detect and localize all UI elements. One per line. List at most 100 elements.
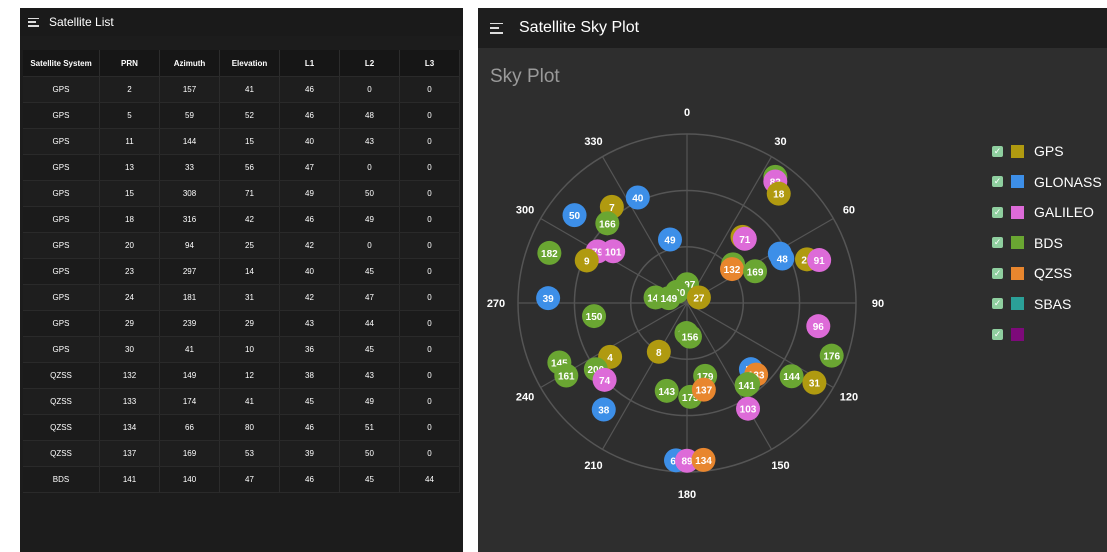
table-row[interactable]: QZSS 134 66 80 46 51 0	[23, 414, 460, 441]
azimuth-label: 300	[516, 205, 534, 217]
satellite-marker[interactable]: 49	[657, 227, 682, 252]
table-row[interactable]: QZSS 132 149 12 38 43 0	[23, 362, 460, 389]
satellite-list-title: Satellite List	[49, 15, 114, 29]
satellite-marker[interactable]: 38	[591, 397, 616, 422]
table-row[interactable]: GPS 13 33 56 47 0 0	[23, 154, 460, 181]
legend-item[interactable]: ✓	[992, 319, 1102, 350]
legend-item[interactable]: ✓ QZSS	[992, 258, 1102, 289]
satellite-marker[interactable]: 149	[656, 286, 681, 311]
table-cell: 33	[159, 154, 220, 181]
table-cell: 41	[219, 76, 280, 103]
legend-item[interactable]: ✓ GLONASS	[992, 167, 1102, 198]
table-cell: QZSS	[23, 388, 100, 415]
satellite-marker[interactable]: 169	[743, 259, 768, 284]
table-cell: 38	[279, 362, 340, 389]
checkbox-icon[interactable]: ✓	[992, 206, 1003, 218]
satellite-prn-label: 161	[558, 372, 575, 383]
satellite-marker[interactable]: 143	[654, 378, 679, 403]
column-header[interactable]: L1	[279, 50, 340, 77]
satellite-marker[interactable]: 141	[734, 373, 759, 398]
table-cell: QZSS	[23, 414, 100, 441]
table-row[interactable]: GPS 24 181 31 42 47 0	[23, 284, 460, 311]
table-row[interactable]: GPS 15 308 71 49 50 0	[23, 180, 460, 207]
column-header[interactable]: PRN	[99, 50, 160, 77]
satellite-marker[interactable]: 134	[691, 447, 716, 472]
satellite-marker[interactable]: 48	[770, 246, 795, 271]
table-row[interactable]: GPS 18 316 42 46 49 0	[23, 206, 460, 233]
azimuth-label: 90	[872, 298, 884, 310]
satellite-marker[interactable]: 96	[806, 314, 831, 339]
column-header[interactable]: Elevation	[219, 50, 280, 77]
table-cell: 133	[99, 388, 160, 415]
satellite-marker[interactable]: 8	[646, 339, 671, 364]
checkbox-icon[interactable]: ✓	[992, 328, 1003, 340]
satellite-marker[interactable]: 40	[625, 185, 650, 210]
satellite-marker[interactable]: 144	[779, 364, 804, 389]
satellite-table: Satellite System PRN Azimuth Elevation L1 L2 L…	[23, 50, 460, 493]
checkbox-icon[interactable]: ✓	[992, 267, 1003, 279]
satellite-marker[interactable]: 150	[582, 304, 607, 329]
satellite-marker[interactable]: 27	[686, 285, 711, 310]
satellite-prn-label: 144	[783, 372, 800, 383]
satellite-marker[interactable]: 18	[766, 181, 791, 206]
satellite-marker[interactable]: 9	[574, 248, 599, 273]
table-row[interactable]: GPS 11 144 15 40 43 0	[23, 128, 460, 155]
satellite-marker[interactable]: 166	[595, 211, 620, 236]
table-cell: 41	[159, 336, 220, 363]
column-header[interactable]: Azimuth	[159, 50, 220, 77]
satellite-marker[interactable]: 91	[807, 248, 832, 273]
satellite-marker[interactable]: 182	[537, 240, 562, 265]
azimuth-label: 180	[678, 489, 696, 501]
checkbox-icon[interactable]: ✓	[992, 237, 1003, 249]
table-cell: 239	[159, 310, 220, 337]
satellite-prn-label: 71	[739, 235, 751, 246]
table-cell: 316	[159, 206, 220, 233]
table-cell: GPS	[23, 102, 100, 129]
table-cell: 174	[159, 388, 220, 415]
satellite-marker[interactable]: 74	[592, 367, 617, 392]
table-row[interactable]: GPS 2 157 41 46 0 0	[23, 76, 460, 103]
legend-label: GPS	[1034, 143, 1064, 160]
satellite-marker[interactable]: 161	[554, 363, 579, 388]
table-row[interactable]: QZSS 133 174 41 45 49 0	[23, 388, 460, 415]
table-row[interactable]: GPS 23 297 14 40 45 0	[23, 258, 460, 285]
table-row[interactable]: BDS 141 140 47 46 45 44	[23, 466, 460, 493]
satellite-marker[interactable]: 31	[802, 370, 827, 395]
table-row[interactable]: GPS 5 59 52 46 48 0	[23, 102, 460, 129]
legend-label: GALILEO	[1034, 204, 1094, 221]
satellite-prn-label: 31	[809, 379, 821, 390]
column-header[interactable]: Satellite System	[23, 50, 100, 77]
checkbox-icon[interactable]: ✓	[992, 145, 1003, 157]
column-header[interactable]: L3	[399, 50, 460, 77]
column-header[interactable]: L2	[339, 50, 400, 77]
checkbox-icon[interactable]: ✓	[992, 298, 1003, 310]
table-row[interactable]: GPS 20 94 25 42 0 0	[23, 232, 460, 259]
satellite-marker[interactable]: 50	[562, 203, 587, 228]
satellite-marker[interactable]: 101	[601, 239, 626, 264]
satellite-marker[interactable]: 71	[732, 226, 757, 251]
satellite-marker[interactable]: 132	[719, 257, 744, 282]
checkbox-icon[interactable]: ✓	[992, 176, 1003, 188]
menu-icon[interactable]	[28, 17, 39, 27]
satellite-marker[interactable]: 39	[536, 286, 561, 311]
legend-item[interactable]: ✓ SBAS	[992, 289, 1102, 320]
table-cell: 134	[99, 414, 160, 441]
satellite-marker[interactable]: 176	[819, 343, 844, 368]
table-cell: 0	[399, 206, 460, 233]
table-cell: 25	[219, 232, 280, 259]
satellite-marker[interactable]: 156	[677, 324, 702, 349]
table-cell: 0	[399, 232, 460, 259]
table-row[interactable]: GPS 29 239 29 43 44 0	[23, 310, 460, 337]
table-cell: 49	[339, 388, 400, 415]
azimuth-label: 0	[684, 107, 690, 119]
satellite-marker[interactable]: 137	[691, 377, 716, 402]
table-cell: 42	[219, 206, 280, 233]
legend-item[interactable]: ✓ BDS	[992, 228, 1102, 259]
legend-item[interactable]: ✓ GALILEO	[992, 197, 1102, 228]
table-cell: 46	[279, 76, 340, 103]
table-row[interactable]: GPS 30 41 10 36 45 0	[23, 336, 460, 363]
table-row[interactable]: QZSS 137 169 53 39 50 0	[23, 440, 460, 467]
satellite-marker[interactable]: 103	[736, 396, 761, 421]
satellite-prn-label: 27	[693, 293, 705, 304]
legend-item[interactable]: ✓ GPS	[992, 136, 1102, 167]
